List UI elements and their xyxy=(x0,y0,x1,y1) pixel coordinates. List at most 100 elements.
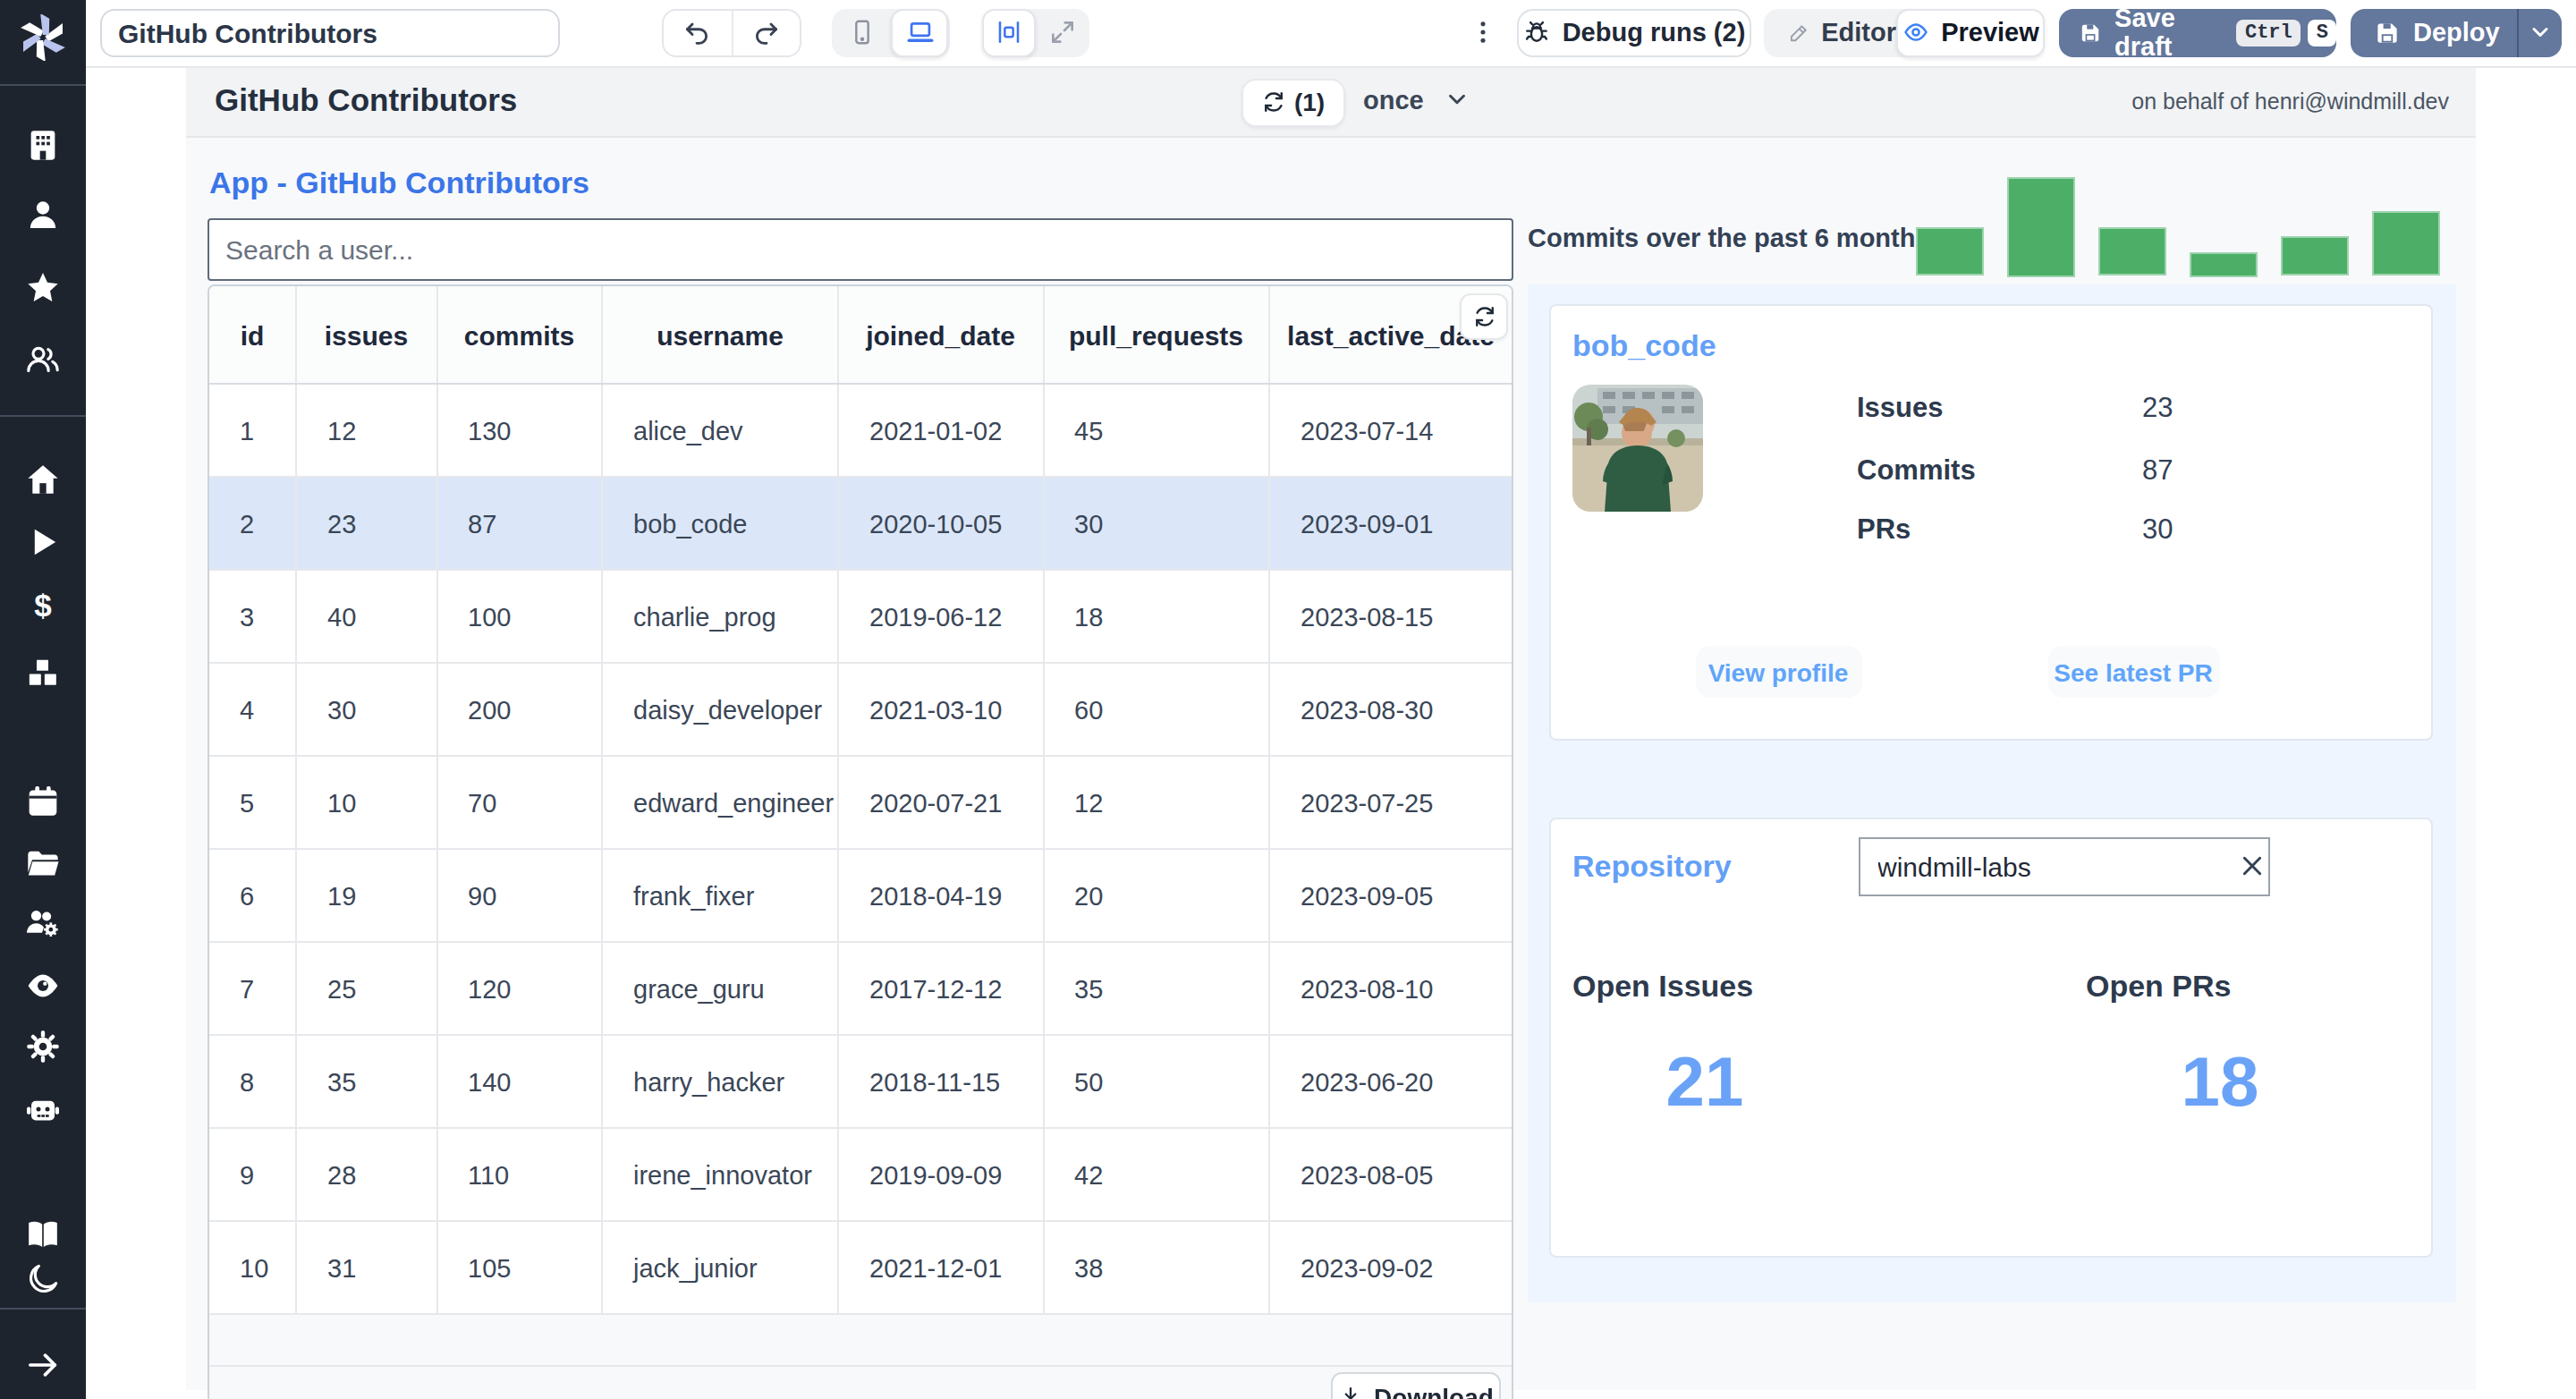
table-cell[interactable]: 2023-08-10 xyxy=(1269,942,1512,1035)
table-cell[interactable]: 2020-10-05 xyxy=(838,477,1043,570)
table-cell[interactable]: 2023-07-25 xyxy=(1269,756,1512,849)
column-header[interactable]: joined_date xyxy=(838,286,1043,384)
table-cell[interactable]: 2023-08-30 xyxy=(1269,663,1512,756)
table-cell[interactable]: 18 xyxy=(1043,570,1269,663)
table-cell[interactable]: 2018-04-19 xyxy=(838,849,1043,942)
table-row[interactable]: 725120grace_guru2017-12-12352023-08-10 xyxy=(209,942,1512,1035)
view-profile-button[interactable]: View profile xyxy=(1695,646,1861,698)
table-row[interactable]: 1031105jack_junior2021-12-01382023-09-02 xyxy=(209,1221,1512,1314)
table-row[interactable]: 430200daisy_developer2021-03-10602023-08… xyxy=(209,663,1512,756)
table-cell[interactable]: 200 xyxy=(436,663,602,756)
star-icon[interactable] xyxy=(25,270,61,306)
table-cell[interactable]: 19 xyxy=(296,849,436,942)
table-refresh-button[interactable] xyxy=(1460,293,1508,340)
table-cell[interactable]: daisy_developer xyxy=(602,663,838,756)
table-cell[interactable]: 2017-12-12 xyxy=(838,942,1043,1035)
expand-sidebar-icon[interactable] xyxy=(25,1346,61,1382)
table-cell[interactable]: bob_code xyxy=(602,477,838,570)
table-cell[interactable]: harry_hacker xyxy=(602,1035,838,1128)
table-cell[interactable]: 2021-12-01 xyxy=(838,1221,1043,1314)
deploy-button[interactable]: Deploy xyxy=(2351,8,2562,56)
table-cell[interactable]: 70 xyxy=(436,756,602,849)
table-cell[interactable]: irene_innovator xyxy=(602,1128,838,1221)
table-cell[interactable]: 42 xyxy=(1043,1128,1269,1221)
table-cell[interactable]: 2023-09-01 xyxy=(1269,477,1512,570)
table-cell[interactable]: alice_dev xyxy=(602,384,838,477)
table-cell[interactable]: 10 xyxy=(209,1221,296,1314)
table-cell[interactable]: 45 xyxy=(1043,384,1269,477)
user-icon[interactable] xyxy=(25,197,61,233)
home-icon[interactable] xyxy=(25,461,61,496)
fullscreen-button[interactable] xyxy=(1036,8,1089,56)
save-draft-button[interactable]: Save draft CtrlS xyxy=(2059,8,2336,56)
table-cell[interactable]: 9 xyxy=(209,1128,296,1221)
app-title-input[interactable] xyxy=(100,8,560,56)
table-cell[interactable]: 28 xyxy=(296,1128,436,1221)
table-cell[interactable]: 87 xyxy=(436,477,602,570)
debug-runs-button[interactable]: Debug runs (2) xyxy=(1517,8,1751,56)
mobile-view-button[interactable] xyxy=(832,8,891,56)
table-row[interactable]: 835140harry_hacker2018-11-15502023-06-20 xyxy=(209,1035,1512,1128)
table-cell[interactable]: 20 xyxy=(1043,849,1269,942)
table-cell[interactable]: 12 xyxy=(1043,756,1269,849)
table-cell[interactable]: 31 xyxy=(296,1221,436,1314)
clear-input-icon[interactable] xyxy=(2238,852,2267,880)
search-input[interactable] xyxy=(208,217,1513,280)
table-cell[interactable]: 2020-07-21 xyxy=(838,756,1043,849)
app-refresh-button[interactable]: (1) xyxy=(1241,78,1345,126)
table-cell[interactable]: 110 xyxy=(436,1128,602,1221)
table-cell[interactable]: 120 xyxy=(436,942,602,1035)
table-cell[interactable]: 130 xyxy=(436,384,602,477)
audit-logs-icon[interactable] xyxy=(25,967,61,1003)
table-cell[interactable]: grace_guru xyxy=(602,942,838,1035)
table-cell[interactable]: 2023-06-20 xyxy=(1269,1035,1512,1128)
table-cell[interactable]: frank_fixer xyxy=(602,849,838,942)
table-cell[interactable]: 4 xyxy=(209,663,296,756)
table-row[interactable]: 22387bob_code2020-10-05302023-09-01 xyxy=(209,477,1512,570)
table-cell[interactable]: 140 xyxy=(436,1035,602,1128)
undo-button[interactable] xyxy=(664,10,731,55)
table-cell[interactable]: 8 xyxy=(209,1035,296,1128)
column-header[interactable]: issues xyxy=(296,286,436,384)
settings-icon[interactable] xyxy=(25,1028,61,1064)
table-cell[interactable]: 2023-09-05 xyxy=(1269,849,1512,942)
schedules-icon[interactable] xyxy=(25,784,61,819)
table-cell[interactable]: 38 xyxy=(1043,1221,1269,1314)
groups-icon[interactable] xyxy=(25,905,61,941)
table-cell[interactable]: jack_junior xyxy=(602,1221,838,1314)
table-cell[interactable]: 10 xyxy=(296,756,436,849)
ai-robot-icon[interactable] xyxy=(25,1091,61,1127)
center-layout-button[interactable] xyxy=(982,8,1036,56)
table-cell[interactable]: 2023-07-14 xyxy=(1269,384,1512,477)
table-cell[interactable]: 25 xyxy=(296,942,436,1035)
column-header[interactable]: commits xyxy=(436,286,602,384)
docs-icon[interactable] xyxy=(25,1217,61,1252)
runs-icon[interactable] xyxy=(25,523,61,559)
table-row[interactable]: 340100charlie_prog2019-06-12182023-08-15 xyxy=(209,570,1512,663)
table-cell[interactable]: 7 xyxy=(209,942,296,1035)
desktop-view-button[interactable] xyxy=(891,8,948,56)
folders-icon[interactable] xyxy=(25,846,61,882)
windmill-logo[interactable] xyxy=(20,14,66,61)
dark-mode-icon[interactable] xyxy=(25,1261,61,1297)
column-header[interactable]: pull_requests xyxy=(1043,286,1269,384)
table-cell[interactable]: 2 xyxy=(209,477,296,570)
see-latest-pr-button[interactable]: See latest PR xyxy=(2047,646,2219,698)
repository-input[interactable] xyxy=(1858,836,2269,895)
variables-icon[interactable]: $ xyxy=(25,588,61,623)
table-cell[interactable]: 1 xyxy=(209,384,296,477)
table-cell[interactable]: 6 xyxy=(209,849,296,942)
table-cell[interactable]: edward_engineer xyxy=(602,756,838,849)
table-cell[interactable]: 2023-09-02 xyxy=(1269,1221,1512,1314)
table-cell[interactable]: 3 xyxy=(209,570,296,663)
column-header[interactable]: username xyxy=(602,286,838,384)
table-cell[interactable]: 5 xyxy=(209,756,296,849)
schedule-select[interactable]: once xyxy=(1363,85,1470,114)
table-row[interactable]: 112130alice_dev2021-01-02452023-07-14 xyxy=(209,384,1512,477)
table-row[interactable]: 61990frank_fixer2018-04-19202023-09-05 xyxy=(209,849,1512,942)
table-cell[interactable]: 40 xyxy=(296,570,436,663)
table-cell[interactable]: 30 xyxy=(296,663,436,756)
table-cell[interactable]: 2021-01-02 xyxy=(838,384,1043,477)
table-cell[interactable]: 30 xyxy=(1043,477,1269,570)
workspace-icon[interactable] xyxy=(25,126,61,162)
